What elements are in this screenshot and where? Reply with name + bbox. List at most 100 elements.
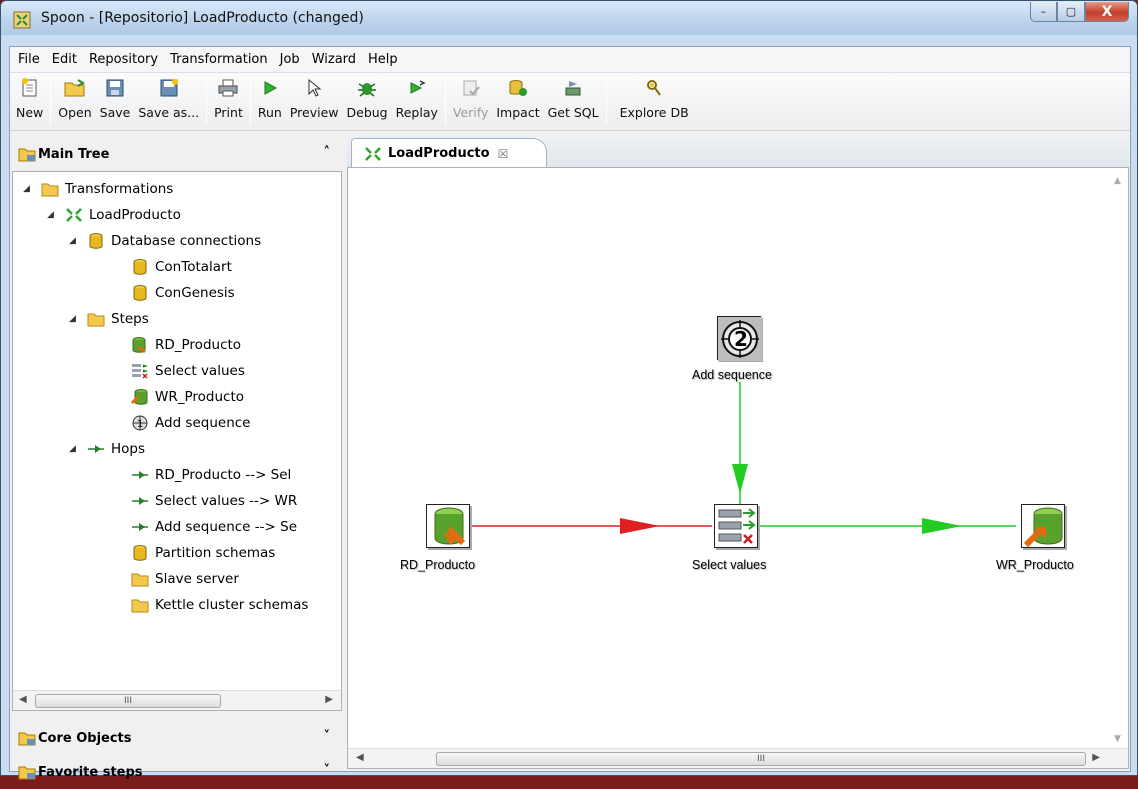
scroll-left-icon[interactable]: ◀: [356, 752, 364, 763]
tree-item-congenesis[interactable]: ConGenesis: [131, 280, 235, 306]
left-pane: Main Tree ˄ ◢ Transformations ◢ LoadProd…: [12, 135, 342, 780]
tab-close-icon[interactable]: ☒: [498, 147, 509, 161]
toolbar-separator: [605, 77, 607, 125]
scroll-right-icon[interactable]: ▶: [325, 694, 333, 705]
tree-horizontal-scrollbar[interactable]: ◀ III ▶: [13, 690, 341, 710]
close-icon: X: [1101, 3, 1113, 20]
tree-label: LoadProducto: [89, 207, 181, 223]
replay-button[interactable]: Replay: [392, 73, 442, 129]
maximize-icon: ▢: [1065, 5, 1077, 18]
canvas-horizontal-scrollbar[interactable]: ◀ III ▶: [348, 748, 1128, 768]
select-values-icon: [131, 363, 149, 379]
verify-icon: [460, 77, 482, 99]
expanded-triangle-icon[interactable]: ◢: [23, 184, 33, 194]
tree-item-database-connections[interactable]: ◢ Database connections: [69, 228, 261, 254]
folder-icon: [87, 311, 105, 327]
tree-label: Select values: [155, 363, 245, 379]
tree-item-partition-schemas[interactable]: Partition schemas: [131, 540, 275, 566]
scroll-up-icon[interactable]: ▲: [1114, 176, 1121, 186]
tree-label: Partition schemas: [155, 545, 276, 561]
scroll-right-icon[interactable]: ▶: [1092, 752, 1100, 763]
toolbar-separator: [249, 77, 251, 125]
main-tree-header[interactable]: Main Tree ˄: [12, 137, 342, 171]
menu-help[interactable]: Help: [368, 52, 398, 67]
step-rd-producto[interactable]: [426, 504, 470, 548]
new-button[interactable]: New: [12, 73, 47, 129]
title-bar[interactable]: Spoon - [Repositorio] LoadProducto (chan…: [1, 1, 1137, 35]
tree-label: RD_Producto: [155, 337, 242, 353]
verify-label: Verify: [452, 105, 489, 120]
tree-label: Add sequence: [155, 415, 251, 431]
collapse-chevron-icon[interactable]: ˄: [324, 145, 331, 160]
tree-item-hop-2[interactable]: Select values --> WR: [131, 488, 297, 514]
hop-icon: [87, 441, 105, 457]
step-wr-producto[interactable]: [1021, 504, 1065, 548]
new-file-icon: [19, 77, 41, 99]
canvas-vertical-scrollbar[interactable]: ▲ ▼: [1110, 168, 1128, 750]
tree-item-select-values[interactable]: Select values: [131, 358, 245, 384]
tree-item-slave-server[interactable]: Slave server: [131, 566, 239, 592]
debug-button[interactable]: Debug: [343, 73, 392, 129]
close-button[interactable]: X: [1085, 2, 1129, 22]
maximize-button[interactable]: ▢: [1057, 2, 1085, 22]
menu-wizard[interactable]: Wizard: [312, 52, 356, 67]
expanded-triangle-icon[interactable]: ◢: [69, 314, 79, 324]
tree-item-contotalart[interactable]: ConTotalart: [131, 254, 232, 280]
debug-bug-icon: [356, 77, 378, 99]
hop-arrow-icon: [922, 518, 962, 534]
open-button[interactable]: Open: [54, 73, 95, 129]
scroll-left-icon[interactable]: ◀: [19, 694, 27, 705]
step-label-wr-producto: WR_Producto: [996, 558, 1074, 572]
tree-item-kettle-cluster-schemas[interactable]: Kettle cluster schemas: [131, 592, 308, 618]
core-objects-header[interactable]: Core Objects ˅: [12, 721, 342, 755]
step-add-sequence[interactable]: 2: [717, 316, 762, 361]
tree-item-hops[interactable]: ◢ Hops: [69, 436, 145, 462]
save-disk-icon: [104, 77, 126, 99]
save-button[interactable]: Save: [96, 73, 135, 129]
expanded-triangle-icon[interactable]: ◢: [47, 210, 57, 220]
menu-repository[interactable]: Repository: [89, 52, 158, 67]
minimize-button[interactable]: –: [1030, 2, 1057, 22]
preview-button[interactable]: Preview: [286, 73, 343, 129]
transformation-canvas[interactable]: 2 Add sequence RD_Producto Select values…: [347, 167, 1129, 769]
menu-job[interactable]: Job: [280, 52, 300, 67]
scroll-thumb[interactable]: III: [436, 752, 1086, 766]
tree-label: Add sequence --> Se: [155, 519, 297, 535]
get-sql-button[interactable]: Get SQL: [544, 73, 603, 129]
open-label: Open: [58, 105, 92, 120]
tab-loadproducto[interactable]: LoadProducto ☒: [351, 138, 547, 168]
scroll-thumb[interactable]: III: [35, 694, 221, 708]
step-label-rd-producto: RD_Producto: [400, 558, 476, 572]
menu-edit[interactable]: Edit: [52, 52, 77, 67]
tree-item-steps[interactable]: ◢ Steps: [69, 306, 149, 332]
save-as-label: Save as...: [138, 105, 200, 120]
replay-icon: [406, 77, 428, 99]
tree-item-transformations[interactable]: ◢ Transformations: [23, 176, 173, 202]
explore-db-button[interactable]: Explore DB: [610, 73, 693, 129]
print-button[interactable]: Print: [210, 73, 247, 129]
scroll-down-icon[interactable]: ▼: [1114, 734, 1121, 744]
tree-item-hop-3[interactable]: Add sequence --> Se: [131, 514, 297, 540]
menu-file[interactable]: File: [18, 52, 40, 67]
impact-button[interactable]: Impact: [492, 73, 543, 129]
run-button[interactable]: Run: [254, 73, 286, 129]
tree-label: ConGenesis: [155, 285, 235, 301]
menu-transformation[interactable]: Transformation: [170, 52, 268, 67]
step-select-values[interactable]: [714, 504, 758, 548]
expand-chevron-icon[interactable]: ˅: [324, 729, 331, 744]
expanded-triangle-icon[interactable]: ◢: [69, 444, 79, 454]
tree-item-add-sequence[interactable]: 1 Add sequence: [131, 410, 250, 436]
spoon-app-icon: [13, 11, 31, 29]
toolbar-separator: [50, 77, 52, 125]
tree-label: Hops: [111, 441, 146, 457]
expanded-triangle-icon[interactable]: ◢: [69, 236, 79, 246]
save-as-button[interactable]: Save as...: [134, 73, 203, 129]
tree-item-hop-1[interactable]: RD_Producto --> Sel: [131, 462, 291, 488]
tree-label: Kettle cluster schemas: [155, 597, 309, 613]
tree-item-rd-producto[interactable]: RD_Producto: [131, 332, 241, 358]
menu-bar: File Edit Repository Transformation Job …: [10, 47, 1130, 73]
tree-item-wr-producto[interactable]: WR_Producto: [131, 384, 244, 410]
verify-button[interactable]: Verify: [449, 73, 492, 129]
favorite-steps-header[interactable]: Favorite steps ˅: [12, 755, 342, 789]
tree-item-loadproducto[interactable]: ◢ LoadProducto: [47, 202, 181, 228]
